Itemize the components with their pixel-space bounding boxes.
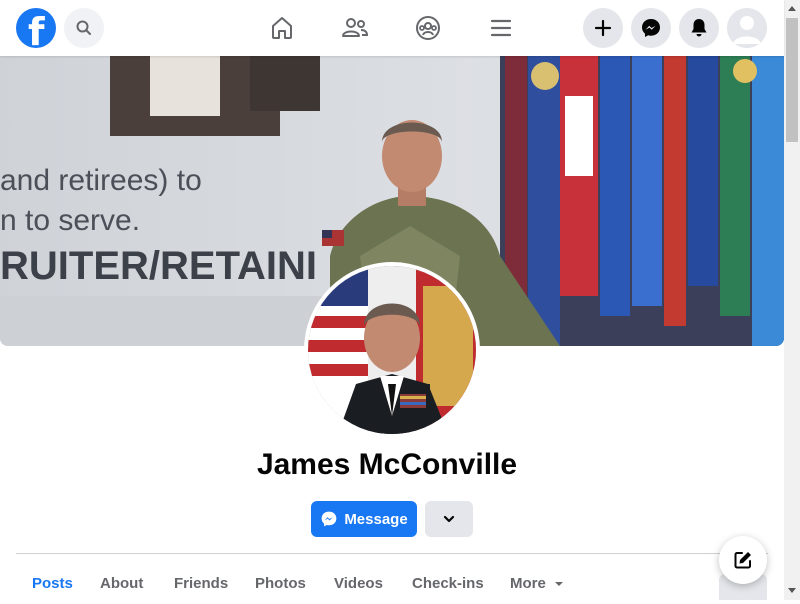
menu-icon	[490, 19, 512, 37]
home-icon	[272, 17, 292, 39]
tab-videos[interactable]: Videos	[334, 564, 383, 604]
slide-text-line-3: RUITER/RETAINI	[0, 244, 318, 288]
scroll-down-icon[interactable]	[788, 588, 796, 593]
scrollbar-thumb[interactable]	[786, 18, 798, 142]
profile-picture-image	[308, 266, 476, 434]
caret-down-icon	[555, 582, 564, 587]
compose-message-button[interactable]	[719, 536, 767, 584]
create-button[interactable]	[583, 8, 623, 48]
tab-posts[interactable]: Posts	[32, 564, 73, 604]
slide-text-line-1: and retirees) to	[0, 164, 202, 197]
profile-name: James McConville	[256, 448, 518, 481]
nav-home[interactable]	[264, 10, 300, 46]
more-actions-button[interactable]	[425, 501, 473, 537]
tab-more-label: More	[510, 575, 546, 592]
tab-check-ins[interactable]: Check-ins	[412, 564, 484, 604]
profile-picture[interactable]	[304, 262, 480, 438]
search-button[interactable]	[64, 8, 104, 48]
messenger-icon	[642, 19, 660, 37]
messenger-icon	[321, 511, 337, 527]
tab-photos[interactable]: Photos	[255, 564, 306, 604]
page-scrollbar[interactable]	[784, 0, 800, 600]
nav-groups[interactable]	[410, 10, 446, 46]
tab-friends[interactable]: Friends	[174, 564, 228, 604]
edit-icon	[734, 552, 751, 569]
top-navigation-bar: f	[0, 0, 784, 56]
section-divider	[16, 553, 768, 554]
scroll-up-icon[interactable]	[788, 6, 796, 11]
tab-more[interactable]: More	[510, 564, 564, 604]
slide-text-line-2: n to serve.	[0, 204, 141, 237]
facebook-logo-icon[interactable]: f	[16, 8, 56, 48]
logo-letter: f	[28, 10, 45, 48]
notifications-button[interactable]	[679, 8, 719, 48]
groups-icon	[416, 16, 440, 40]
chevron-down-icon	[443, 515, 455, 523]
message-button[interactable]: Message	[311, 501, 417, 537]
messenger-button[interactable]	[631, 8, 671, 48]
friends-icon	[342, 18, 369, 37]
avatar-icon	[727, 8, 767, 48]
search-icon	[76, 20, 91, 35]
tab-about[interactable]: About	[100, 564, 143, 604]
message-button-label: Message	[344, 510, 408, 528]
bell-icon	[691, 19, 707, 37]
plus-icon	[594, 19, 612, 37]
nav-menu[interactable]	[483, 10, 519, 46]
account-avatar[interactable]	[727, 8, 767, 48]
nav-friends[interactable]	[337, 10, 373, 46]
